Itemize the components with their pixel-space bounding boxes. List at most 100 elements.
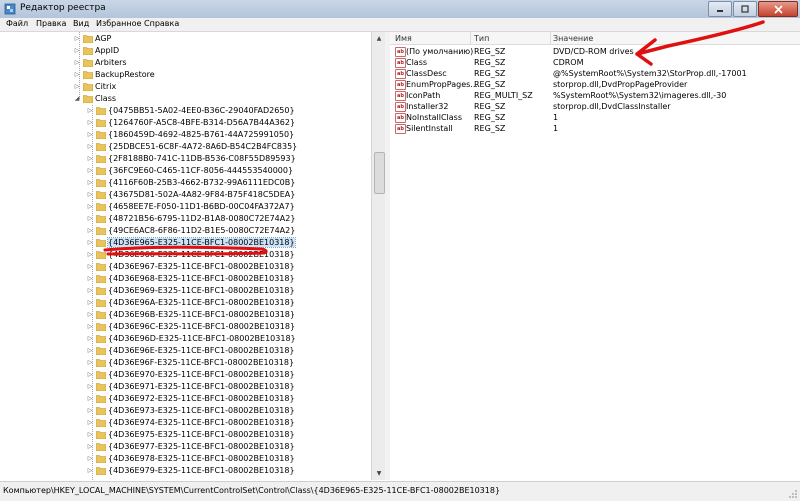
tree-item[interactable]: ▷ {4D36E974-E325-11CE-BFC1-08002BE10318} [0,417,370,429]
expand-icon[interactable]: ▷ [86,189,94,201]
column-type[interactable]: Тип [474,34,489,43]
tree-item[interactable]: ▷ {4D36E965-E325-11CE-BFC1-08002BE10318} [0,237,370,249]
expand-icon[interactable]: ▷ [86,309,94,321]
tree-item[interactable]: ▷ {36FC9E60-C465-11CF-8056-444553540000} [0,165,370,177]
expand-icon[interactable]: ▷ [86,273,94,285]
expand-icon[interactable]: ▷ [86,105,94,117]
tree-item[interactable]: ▷ {4D36E96C-E325-11CE-BFC1-08002BE10318} [0,321,370,333]
tree-item[interactable]: ▷ BackupRestore [0,69,370,81]
expand-icon[interactable]: ▷ [86,201,94,213]
tree-item[interactable]: ▷ {4D36E96D-E325-11CE-BFC1-08002BE10318} [0,333,370,345]
value-row[interactable]: ab IconPath REG_MULTI_SZ %SystemRoot%\Syste… [390,90,800,101]
tree-item[interactable]: ▷ {4D36E967-E325-11CE-BFC1-08002BE10318} [0,261,370,273]
tree-item[interactable]: ▷ {4D36E971-E325-11CE-BFC1-08002BE10318} [0,381,370,393]
column-value[interactable]: Значение [553,34,593,43]
expand-icon[interactable]: ▷ [86,297,94,309]
value-row[interactable]: ab (По умолчанию) REG_SZ DVD/CD-ROM drives [390,46,800,57]
tree-item[interactable]: ▷ {4D36E975-E325-11CE-BFC1-08002BE10318} [0,429,370,441]
tree-item[interactable]: ▷ {1264760F-A5C8-4BFE-B314-D56A7B44A362} [0,117,370,129]
menu-view[interactable]: Вид [73,19,89,28]
menu-favorites[interactable]: Избранное [96,19,141,28]
tree-item[interactable]: ▷ {4116F60B-25B3-4662-B732-99A6111EDC0B} [0,177,370,189]
expand-icon[interactable]: ▷ [73,45,81,57]
tree-item[interactable]: ▷ {0475BB51-5A02-4EE0-B36C-29040FAD2650} [0,105,370,117]
value-row[interactable]: ab SilentInstall REG_SZ 1 [390,123,800,134]
maximize-button[interactable] [733,1,757,17]
tree-item[interactable]: ▷ {4D36E973-E325-11CE-BFC1-08002BE10318} [0,405,370,417]
tree-item[interactable]: ◢ Class [0,93,370,105]
tree-item[interactable]: ▷ {2F8188B0-741C-11DB-B536-C08F55D89593} [0,153,370,165]
tree-item[interactable]: ▷ {4D36E968-E325-11CE-BFC1-08002BE10318} [0,273,370,285]
expand-icon[interactable]: ▷ [86,225,94,237]
tree-item[interactable]: ▷ {4D36E966-E325-11CE-BFC1-08002BE10318} [0,249,370,261]
expand-icon[interactable]: ▷ [86,141,94,153]
expand-icon[interactable]: ▷ [86,357,94,369]
expand-icon[interactable]: ▷ [73,69,81,81]
registry-tree[interactable]: ▷ AGP ▷ AppID ▷ Arbiters ▷ BackupRestore ▷ Citrix… [0,32,386,480]
expand-icon[interactable]: ▷ [86,285,94,297]
expand-icon[interactable]: ▷ [86,429,94,441]
column-separator[interactable] [550,32,551,44]
expand-icon[interactable]: ▷ [86,369,94,381]
value-row[interactable]: ab EnumPropPages... REG_SZ storprop.dll,Dvd… [390,79,800,90]
expand-icon[interactable]: ▷ [86,237,94,249]
scroll-down-icon[interactable]: ▼ [372,467,386,480]
resize-grip-icon[interactable] [788,489,798,499]
expand-icon[interactable]: ▷ [86,213,94,225]
tree-item[interactable]: ▷ {1860459D-4692-4825-B761-44A725991050} [0,129,370,141]
expand-icon[interactable]: ▷ [86,153,94,165]
tree-item[interactable]: ▷ Arbiters [0,57,370,69]
tree-item[interactable]: ▷ {4D36E96E-E325-11CE-BFC1-08002BE10318} [0,345,370,357]
expand-icon[interactable]: ▷ [73,57,81,69]
expand-icon[interactable]: ▷ [86,417,94,429]
tree-item[interactable]: ▷ {43675D81-502A-4A82-9F84-B75F418C5DEA} [0,189,370,201]
value-row[interactable]: ab Class REG_SZ CDROM [390,57,800,68]
tree-item[interactable]: ▷ {4D36E978-E325-11CE-BFC1-08002BE10318} [0,453,370,465]
value-row[interactable]: ab Installer32 REG_SZ storprop.dll,DvdClass… [390,101,800,112]
tree-item[interactable]: ▷ {4D36E972-E325-11CE-BFC1-08002BE10318} [0,393,370,405]
expand-icon[interactable]: ▷ [73,33,81,45]
menu-edit[interactable]: Правка [36,19,66,28]
tree-item[interactable]: ▷ AGP [0,33,370,45]
expand-icon[interactable]: ▷ [86,393,94,405]
tree-item[interactable]: ▷ {4D36E970-E325-11CE-BFC1-08002BE10318} [0,369,370,381]
expand-icon[interactable]: ▷ [86,261,94,273]
expand-icon[interactable]: ▷ [86,333,94,345]
tree-item[interactable]: ▷ {4D36E979-E325-11CE-BFC1-08002BE10318} [0,465,370,477]
column-separator[interactable] [470,32,471,44]
menu-file[interactable]: Файл [6,19,28,28]
scroll-up-icon[interactable]: ▲ [372,32,386,45]
expand-icon[interactable]: ▷ [86,321,94,333]
expand-icon[interactable]: ▷ [86,165,94,177]
tree-item[interactable]: ▷ {4D36E969-E325-11CE-BFC1-08002BE10318} [0,285,370,297]
expand-icon[interactable]: ▷ [86,117,94,129]
expand-icon[interactable]: ▷ [86,405,94,417]
tree-item[interactable]: ▷ {4D36E96A-E325-11CE-BFC1-08002BE10318} [0,297,370,309]
minimize-button[interactable] [708,1,732,17]
close-button[interactable] [758,1,798,17]
tree-scrollbar[interactable]: ▲ ▼ [371,32,386,480]
tree-item[interactable]: ▷ {4658EE7E-F050-11D1-B6BD-00C04FA372A7} [0,201,370,213]
expand-icon[interactable]: ▷ [86,345,94,357]
tree-item[interactable]: ▷ AppID [0,45,370,57]
tree-item[interactable]: ▷ {48721B56-6795-11D2-B1A8-0080C72E74A2} [0,213,370,225]
expand-icon[interactable]: ▷ [86,129,94,141]
value-row[interactable]: ab ClassDesc REG_SZ @%SystemRoot%\System32\… [390,68,800,79]
tree-item[interactable]: ▷ {25DBCE51-6C8F-4A72-8A6D-B54C2B4FC835} [0,141,370,153]
expand-icon[interactable]: ▷ [86,249,94,261]
tree-item[interactable]: ▷ {4D36E977-E325-11CE-BFC1-08002BE10318} [0,441,370,453]
column-name[interactable]: Имя [395,34,412,43]
tree-item[interactable]: ▷ Citrix [0,81,370,93]
value-row[interactable]: ab NoInstallClass REG_SZ 1 [390,112,800,123]
tree-item[interactable]: ▷ {49CE6AC8-6F86-11D2-B1E5-0080C72E74A2} [0,225,370,237]
values-pane[interactable]: Имя Тип Значение ab (По умолчанию) REG_SZ D… [390,32,800,480]
expand-icon[interactable]: ▷ [86,441,94,453]
collapse-icon[interactable]: ◢ [73,93,81,105]
expand-icon[interactable]: ▷ [86,453,94,465]
expand-icon[interactable]: ▷ [86,381,94,393]
expand-icon[interactable]: ▷ [86,177,94,189]
menu-help[interactable]: Справка [144,19,179,28]
scroll-thumb[interactable] [374,152,385,194]
expand-icon[interactable]: ▷ [86,465,94,477]
tree-item[interactable]: ▷ {4D36E96F-E325-11CE-BFC1-08002BE10318} [0,357,370,369]
